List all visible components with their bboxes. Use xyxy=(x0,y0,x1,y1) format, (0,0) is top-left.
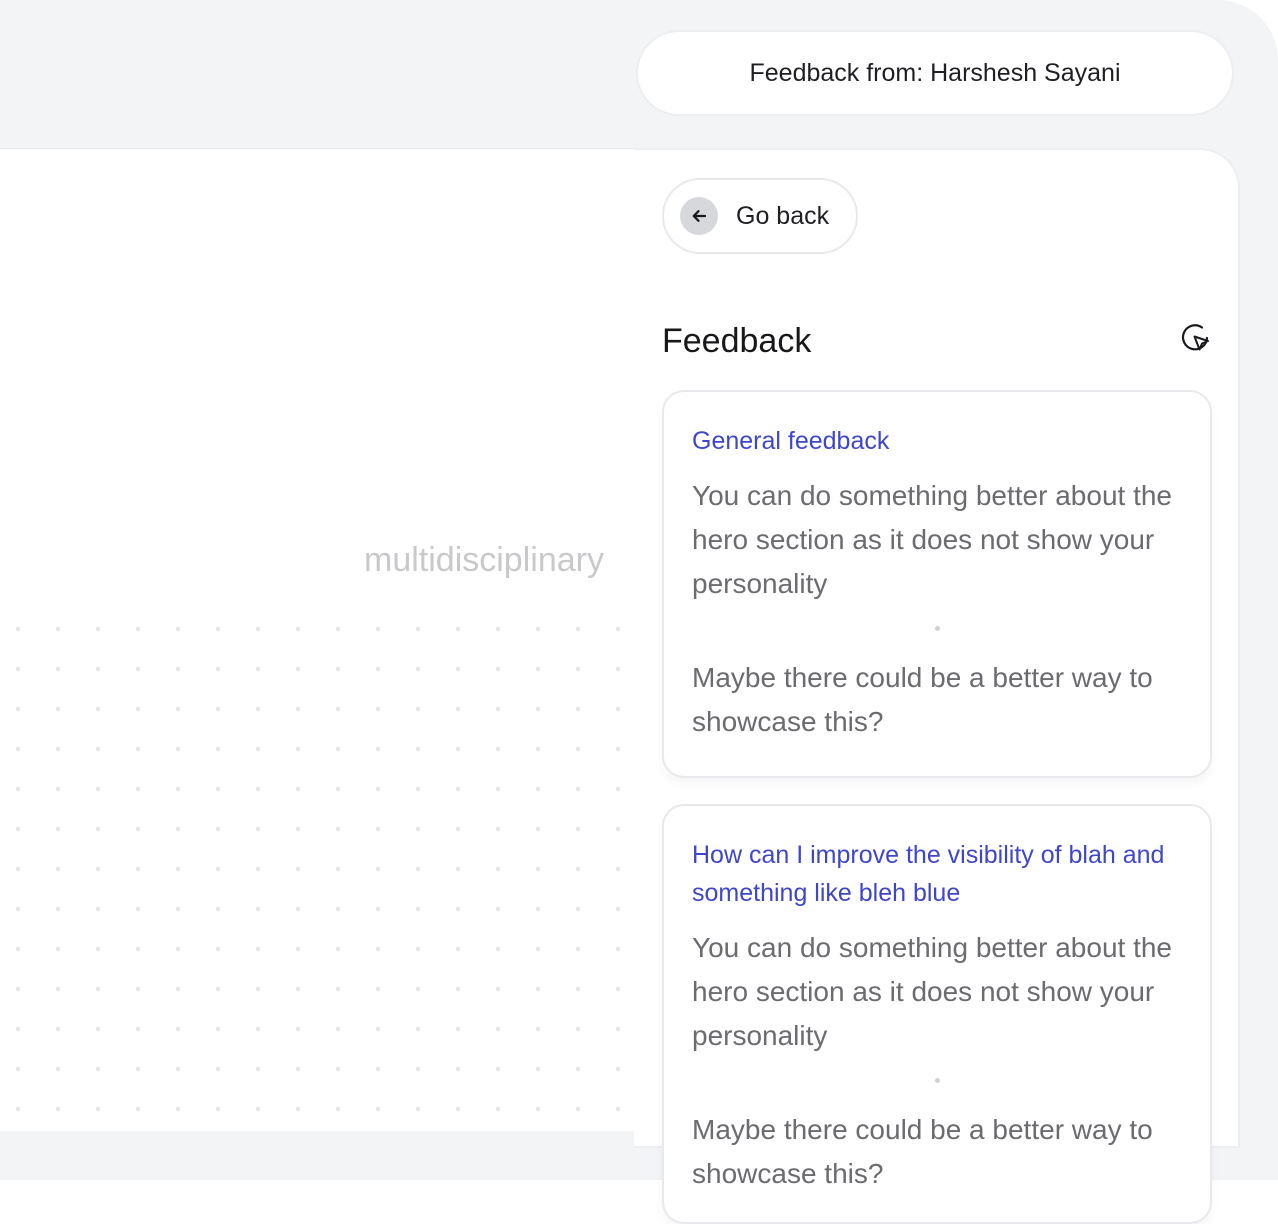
design-canvas: multidisciplinary xyxy=(0,148,635,1131)
card-paragraph: Maybe there could be a better way to sho… xyxy=(692,1114,1153,1189)
dot-grid xyxy=(0,609,634,1131)
card-question: How can I improve the visibility of blah… xyxy=(692,841,1165,907)
arrow-left-icon xyxy=(680,197,718,235)
card-question: General feedback xyxy=(692,427,890,455)
card-separator xyxy=(692,616,1182,642)
feedback-card[interactable]: How can I improve the visibility of blah… xyxy=(662,804,1212,1224)
card-paragraph: You can do something better about the he… xyxy=(692,932,1172,1051)
app-frame: multidisciplinary Feedback from: Harshes… xyxy=(0,0,1278,1224)
go-back-button[interactable]: Go back xyxy=(662,178,858,254)
feedback-card[interactable]: General feedback You can do something be… xyxy=(662,390,1212,778)
go-back-label: Go back xyxy=(736,201,830,230)
refresh-cursor-icon[interactable] xyxy=(1178,320,1212,354)
feedback-header: Feedback from: Harshesh Sayani xyxy=(636,30,1234,116)
canvas-text: multidisciplinary xyxy=(364,541,604,579)
card-paragraph: You can do something better about the he… xyxy=(692,480,1172,599)
card-paragraph: Maybe there could be a better way to sho… xyxy=(692,662,1153,737)
section-title: Feedback xyxy=(662,322,812,360)
feedback-panel: Go back Feedback General feedback You ca… xyxy=(634,148,1240,1224)
card-separator xyxy=(692,1068,1182,1094)
